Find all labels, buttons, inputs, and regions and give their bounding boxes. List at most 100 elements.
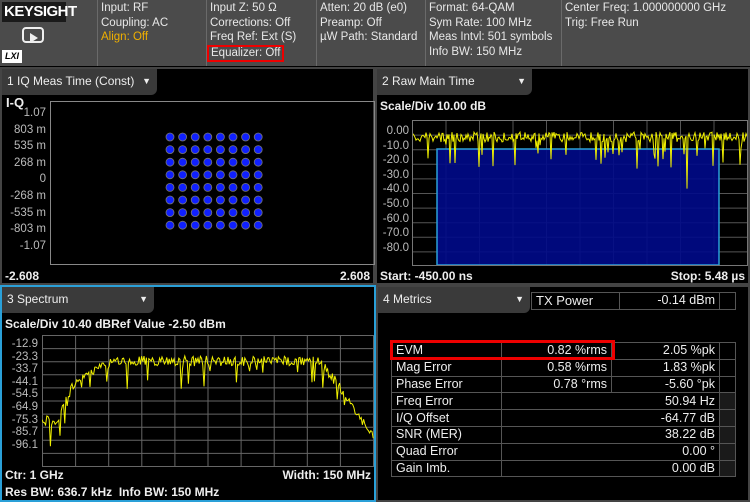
metric-pk: 38.22 dB (612, 426, 720, 443)
y-tick-label: -70.0 (377, 227, 409, 239)
y-tick-label: 0.00 (377, 125, 409, 137)
constellation-point (204, 158, 212, 166)
metric-rms (502, 410, 612, 427)
constellation-point (229, 221, 237, 229)
constellation-point (204, 221, 212, 229)
y-tick-label: 803 m (2, 124, 46, 136)
raw-main-time-panel[interactable]: 2 Raw Main Time▼ Scale/Div 10.00 dB 0.00… (375, 67, 750, 285)
y-tick-label: -33.7 (2, 363, 38, 375)
spectrum-plot (42, 335, 374, 467)
y-tick-label: -80.0 (377, 242, 409, 254)
metric-pk: 2.05 %pk (612, 343, 720, 360)
constellation-point (229, 209, 237, 217)
constellation-point (216, 209, 224, 217)
scale-div-label: Scale/Div 10.00 dB (380, 99, 486, 113)
y-tick-label: -1.07 (2, 240, 46, 252)
y-tick-label: -54.5 (2, 388, 38, 400)
metric-label: I/Q Offset (392, 410, 502, 427)
res-bw-label: Res BW: 636.7 kHz (5, 485, 112, 499)
y-tick-label: 268 m (2, 157, 46, 169)
corrections-text: Corrections: Off (210, 16, 314, 31)
constellation-point (242, 183, 250, 191)
y-tick-label: -535 m (2, 207, 46, 219)
constellation-point (191, 209, 199, 217)
constellation-point (229, 133, 237, 141)
constellation-point (229, 171, 237, 179)
constellation-point (242, 158, 250, 166)
constellation-point (191, 171, 199, 179)
uw-path-text: µW Path: Standard (320, 30, 422, 45)
constellation-point (166, 158, 174, 166)
constellation-point (191, 183, 199, 191)
constellation-point (254, 196, 262, 204)
screen-icon[interactable] (22, 27, 44, 43)
panel4-tab[interactable]: 4 Metrics ▼ (378, 287, 530, 313)
constellation-point (216, 146, 224, 154)
metric-row: I/Q Offset-64.77 dB (392, 410, 736, 427)
constellation-point (254, 221, 262, 229)
metrics-panel[interactable]: 4 Metrics▼ TX Power-0.14 dBm EVM0.82 %rm… (376, 285, 750, 502)
spectrum-panel[interactable]: 3 Spectrum▼ Scale/Div 10.40 dBRef Value … (0, 285, 376, 502)
evm-highlight (390, 340, 615, 360)
constellation-point (204, 133, 212, 141)
coupling-text: Coupling: AC (101, 16, 204, 31)
y-tick-label: -64.9 (2, 401, 38, 413)
constellation-point (216, 221, 224, 229)
stop-label: Stop: 5.48 µs (671, 269, 745, 283)
y-tick-label: -50.0 (377, 198, 409, 210)
constellation-point (191, 133, 199, 141)
metric-label: Freq Error (392, 393, 502, 410)
constellation-point (254, 209, 262, 217)
input-z-text: Input Z: 50 Ω (210, 1, 314, 16)
y-tick-label: 535 m (2, 140, 46, 152)
constellation-point (166, 146, 174, 154)
constellation-point (216, 171, 224, 179)
span-label: Width: 150 MHz (282, 468, 371, 482)
iq-constellation-panel[interactable]: 1 IQ Meas Time (Const)▼ I-Q 1.07803 m535… (0, 67, 375, 285)
y-tick-label: -20.0 (377, 154, 409, 166)
constellation-point (191, 196, 199, 204)
x-min-label: -2.608 (5, 269, 39, 283)
constellation-point (166, 183, 174, 191)
y-tick-label: -75.3 (2, 414, 38, 426)
metric-label: SNR (MER) (392, 426, 502, 443)
y-tick-label: -10.0 (377, 140, 409, 152)
metric-row: Freq Error50.94 Hz (392, 393, 736, 410)
y-tick-label: -85.7 (2, 426, 38, 438)
constellation-point (254, 133, 262, 141)
constellation-point (166, 133, 174, 141)
metric-rms (502, 393, 612, 410)
metric-rms (502, 443, 612, 460)
x-max-label: 2.608 (340, 269, 370, 283)
dropdown-arrow-icon: ▼ (515, 287, 524, 311)
y-tick-label: -60.0 (377, 213, 409, 225)
panel4-tab-label: 4 Metrics (383, 292, 432, 306)
metric-pk: 0.00 dB (612, 460, 720, 477)
metric-pk: -5.60 °pk (612, 376, 720, 393)
y-tick-label: 1.07 (2, 107, 46, 119)
metric-label: Phase Error (392, 376, 502, 393)
input-info: Input: RF Coupling: AC Align: Off (97, 0, 207, 66)
y-tick-label: -12.9 (2, 338, 38, 350)
keysight-logo: KEYSIGHT (2, 2, 66, 22)
start-label: Start: -450.00 ns (380, 269, 473, 283)
align-text: Align: Off (101, 30, 204, 45)
constellation-point (216, 196, 224, 204)
metric-row: SNR (MER) 38.22 dB (392, 426, 736, 443)
constellation-point (204, 196, 212, 204)
constellation-point (166, 209, 174, 217)
constellation-point (242, 146, 250, 154)
constellation-point (191, 221, 199, 229)
tx-power-label: TX Power (532, 293, 620, 310)
panel2-tab[interactable]: 2 Raw Main Time▼ (377, 69, 532, 95)
constellation-point (229, 146, 237, 154)
panel3-tab[interactable]: 3 Spectrum▼ (2, 287, 154, 313)
atten-text: Atten: 20 dB (e0) (320, 1, 422, 16)
constellation-point (242, 221, 250, 229)
metric-rms (502, 426, 612, 443)
panel1-tab[interactable]: 1 IQ Meas Time (Const)▼ (2, 69, 157, 95)
y-tick-label: -803 m (2, 223, 46, 235)
metric-pk: 1.83 %pk (612, 359, 720, 376)
metric-pk: 0.00 ° (612, 443, 720, 460)
trigger-text: Trig: Free Run (565, 16, 747, 31)
